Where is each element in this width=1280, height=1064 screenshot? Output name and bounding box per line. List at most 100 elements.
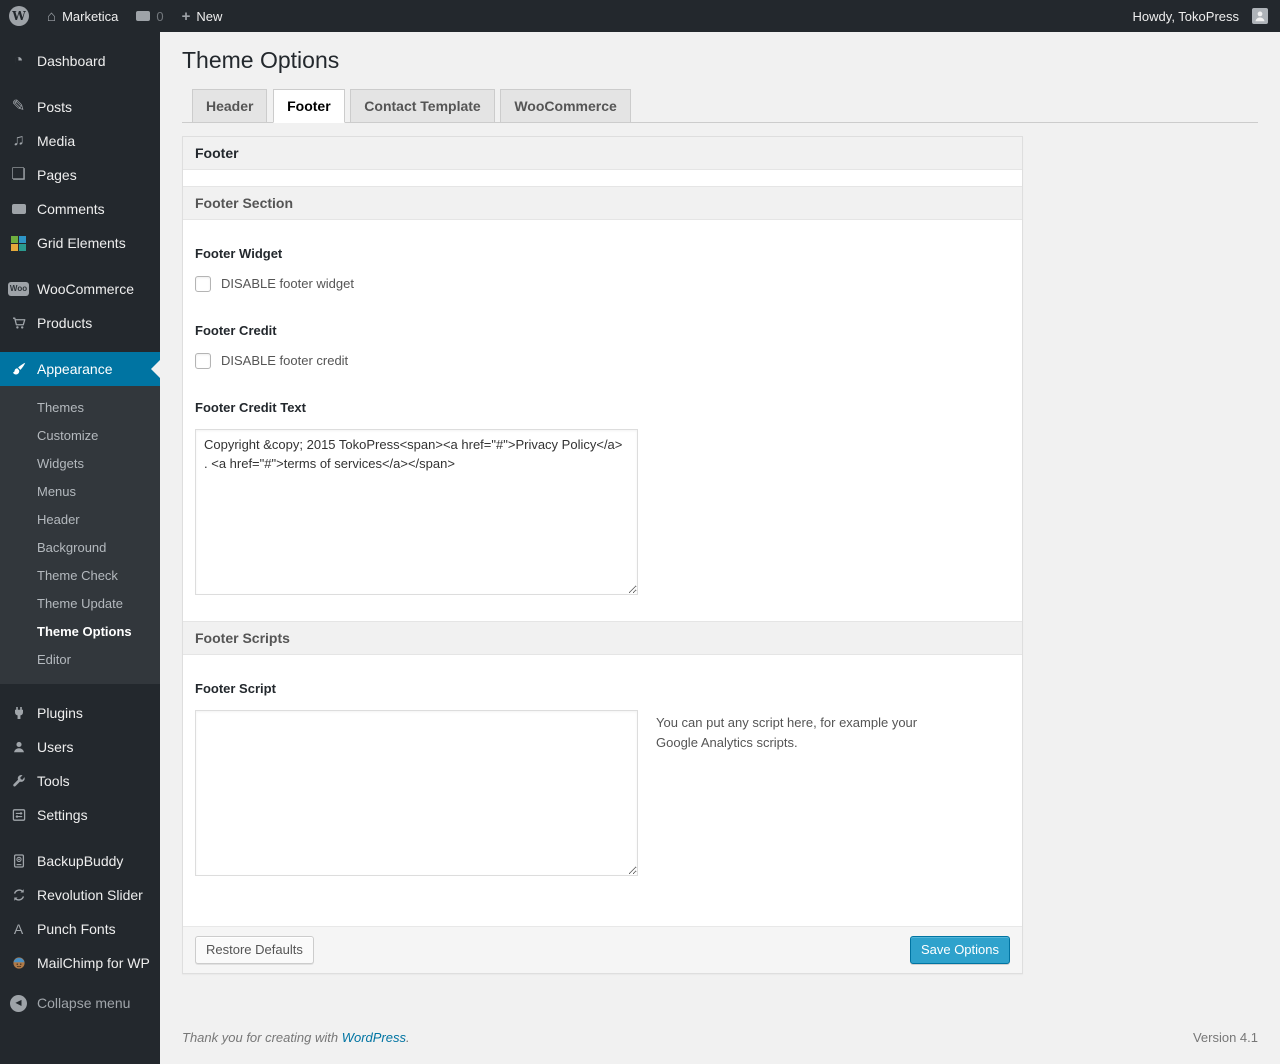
sidebar-item-label: MailChimp for WP bbox=[37, 955, 150, 971]
submenu-item-theme-check[interactable]: Theme Check bbox=[0, 562, 160, 590]
sidebar-item-label: Products bbox=[37, 315, 93, 331]
sidebar-item-label: Comments bbox=[37, 201, 105, 217]
footer-credit-text-textarea[interactable]: Copyright &copy; 2015 TokoPress<span><a … bbox=[195, 428, 638, 595]
footer-script-textarea[interactable] bbox=[195, 709, 638, 876]
wp-logo-menu[interactable]: W bbox=[0, 0, 38, 32]
sidebar-item-settings[interactable]: Settings bbox=[0, 798, 160, 832]
sidebar-item-label: Tools bbox=[37, 773, 70, 789]
sidebar-item-label: Plugins bbox=[37, 705, 83, 721]
tab-contact-template[interactable]: Contact Template bbox=[350, 88, 495, 123]
submenu-item-theme-options[interactable]: Theme Options bbox=[0, 618, 160, 646]
admin-bar-left: W ⌂ Marketica 0 + New bbox=[0, 0, 231, 32]
posts-icon: ✎ bbox=[11, 98, 26, 115]
footer-scripts-body: Footer Script You can put any script her… bbox=[183, 655, 1022, 926]
sidebar-item-media[interactable]: ♫ Media bbox=[0, 124, 160, 158]
grid-elements-icon bbox=[0, 235, 37, 251]
sidebar-item-label: Dashboard bbox=[37, 53, 106, 69]
sidebar-item-label: Appearance bbox=[37, 361, 113, 377]
tab-woocommerce[interactable]: WooCommerce bbox=[500, 88, 631, 123]
sidebar-item-grid-elements[interactable]: Grid Elements bbox=[0, 226, 160, 260]
disable-footer-credit-checkbox[interactable] bbox=[195, 352, 211, 369]
sidebar-item-label: Media bbox=[37, 133, 76, 149]
sidebar-item-label: BackupBuddy bbox=[37, 853, 124, 869]
submenu-item-background[interactable]: Background bbox=[0, 534, 160, 562]
sidebar-item-appearance[interactable]: Appearance bbox=[0, 352, 160, 386]
tab-header[interactable]: Header bbox=[192, 88, 268, 123]
pages-icon: ❏ bbox=[11, 166, 26, 183]
new-content-menu[interactable]: + New bbox=[173, 0, 232, 32]
users-icon bbox=[0, 739, 37, 755]
woocommerce-icon: Woo bbox=[0, 282, 37, 296]
submenu-item-widgets[interactable]: Widgets bbox=[0, 450, 160, 478]
footer-credit-label: Footer Credit bbox=[195, 322, 277, 338]
sidebar-item-posts[interactable]: ✎ Posts bbox=[0, 90, 160, 124]
admin-bar-right: Howdy, TokoPress bbox=[1124, 0, 1280, 32]
my-account-menu[interactable]: Howdy, TokoPress bbox=[1124, 0, 1268, 32]
sidebar-item-punch-fonts[interactable]: A Punch Fonts bbox=[0, 912, 160, 946]
footer-section-body: Footer Widget DISABLE footer widget Foot… bbox=[183, 220, 1022, 621]
comments-icon bbox=[0, 204, 37, 214]
sidebar-item-revolution-slider[interactable]: Revolution Slider bbox=[0, 878, 160, 912]
site-name-menu[interactable]: ⌂ Marketica bbox=[38, 0, 127, 32]
sidebar-item-backupbuddy[interactable]: BackupBuddy bbox=[0, 844, 160, 878]
submenu-item-editor[interactable]: Editor bbox=[0, 646, 160, 674]
new-label: New bbox=[196, 8, 223, 24]
sidebar-item-plugins[interactable]: Plugins bbox=[0, 696, 160, 730]
tools-icon bbox=[0, 773, 37, 789]
page-footer: Thank you for creating with WordPress. V… bbox=[182, 1030, 1258, 1061]
footer-widget-field: DISABLE footer widget bbox=[195, 275, 1010, 292]
disable-footer-widget-checkbox[interactable] bbox=[195, 275, 211, 292]
comment-bubble-icon bbox=[136, 11, 151, 21]
submenu-item-menus[interactable]: Menus bbox=[0, 478, 160, 506]
menu-separator bbox=[0, 832, 160, 844]
collapse-menu-label: Collapse menu bbox=[37, 995, 131, 1011]
main-content: Theme Options Header Footer Contact Temp… bbox=[160, 0, 1280, 1061]
dashboard-icon: ◔ bbox=[13, 52, 24, 69]
tab-footer[interactable]: Footer bbox=[273, 88, 345, 123]
admin-sidebar: ◔ Dashboard ✎ Posts ♫ Media ❏ Pages Comments Grid… bbox=[0, 32, 160, 1064]
sidebar-item-label: Posts bbox=[37, 99, 73, 115]
sidebar-item-woocommerce[interactable]: Woo WooCommerce bbox=[0, 272, 160, 306]
page-title: Theme Options bbox=[182, 47, 340, 73]
section-header-footer-section: Footer Section bbox=[183, 185, 1022, 220]
wordpress-link[interactable]: WordPress bbox=[342, 1030, 406, 1045]
plus-icon: + bbox=[181, 7, 191, 25]
footer-credit-text-label: Footer Credit Text bbox=[195, 399, 306, 415]
disable-footer-credit-label: DISABLE footer credit bbox=[221, 353, 349, 369]
sidebar-item-mailchimp[interactable]: MailChimp for WP bbox=[0, 946, 160, 980]
panel-footer: Restore Defaults Save Options bbox=[183, 925, 1022, 973]
collapse-menu-button[interactable]: ◀ Collapse menu bbox=[0, 986, 160, 1020]
wordpress-logo-icon: W bbox=[9, 6, 29, 26]
submenu-item-customize[interactable]: Customize bbox=[0, 422, 160, 450]
sidebar-item-pages[interactable]: ❏ Pages bbox=[0, 158, 160, 192]
mailchimp-icon bbox=[0, 955, 37, 971]
submenu-item-header[interactable]: Header bbox=[0, 506, 160, 534]
products-icon bbox=[0, 315, 37, 331]
thanks-suffix: . bbox=[406, 1029, 410, 1045]
submenu-item-themes[interactable]: Themes bbox=[0, 394, 160, 422]
revolution-slider-icon bbox=[0, 887, 37, 903]
sidebar-item-comments[interactable]: Comments bbox=[0, 192, 160, 226]
footer-thanks: Thank you for creating with WordPress. bbox=[182, 1030, 410, 1045]
sidebar-item-users[interactable]: Users bbox=[0, 730, 160, 764]
footer-widget-label: Footer Widget bbox=[195, 245, 283, 261]
restore-defaults-button[interactable]: Restore Defaults bbox=[195, 935, 314, 964]
comments-shortcut[interactable]: 0 bbox=[127, 0, 172, 32]
save-options-button[interactable]: Save Options bbox=[909, 935, 1010, 964]
backupbuddy-icon bbox=[0, 853, 37, 869]
howdy-text: Howdy, TokoPress bbox=[1132, 8, 1239, 24]
menu-separator bbox=[0, 260, 160, 272]
section-header-footer-scripts: Footer Scripts bbox=[183, 620, 1022, 655]
sidebar-item-tools[interactable]: Tools bbox=[0, 764, 160, 798]
sidebar-item-dashboard[interactable]: ◔ Dashboard bbox=[0, 44, 160, 78]
sidebar-item-products[interactable]: Products bbox=[0, 306, 160, 340]
sidebar-item-label: Users bbox=[37, 739, 74, 755]
menu-separator bbox=[0, 78, 160, 90]
spacer-row bbox=[183, 169, 1022, 186]
comments-count: 0 bbox=[156, 8, 164, 24]
avatar bbox=[1252, 8, 1268, 24]
collapse-icon: ◀ bbox=[0, 994, 37, 1012]
submenu-item-theme-update[interactable]: Theme Update bbox=[0, 590, 160, 618]
sidebar-item-label: Grid Elements bbox=[37, 235, 126, 251]
tab-bar: Header Footer Contact Template WooCommer… bbox=[182, 88, 1258, 123]
